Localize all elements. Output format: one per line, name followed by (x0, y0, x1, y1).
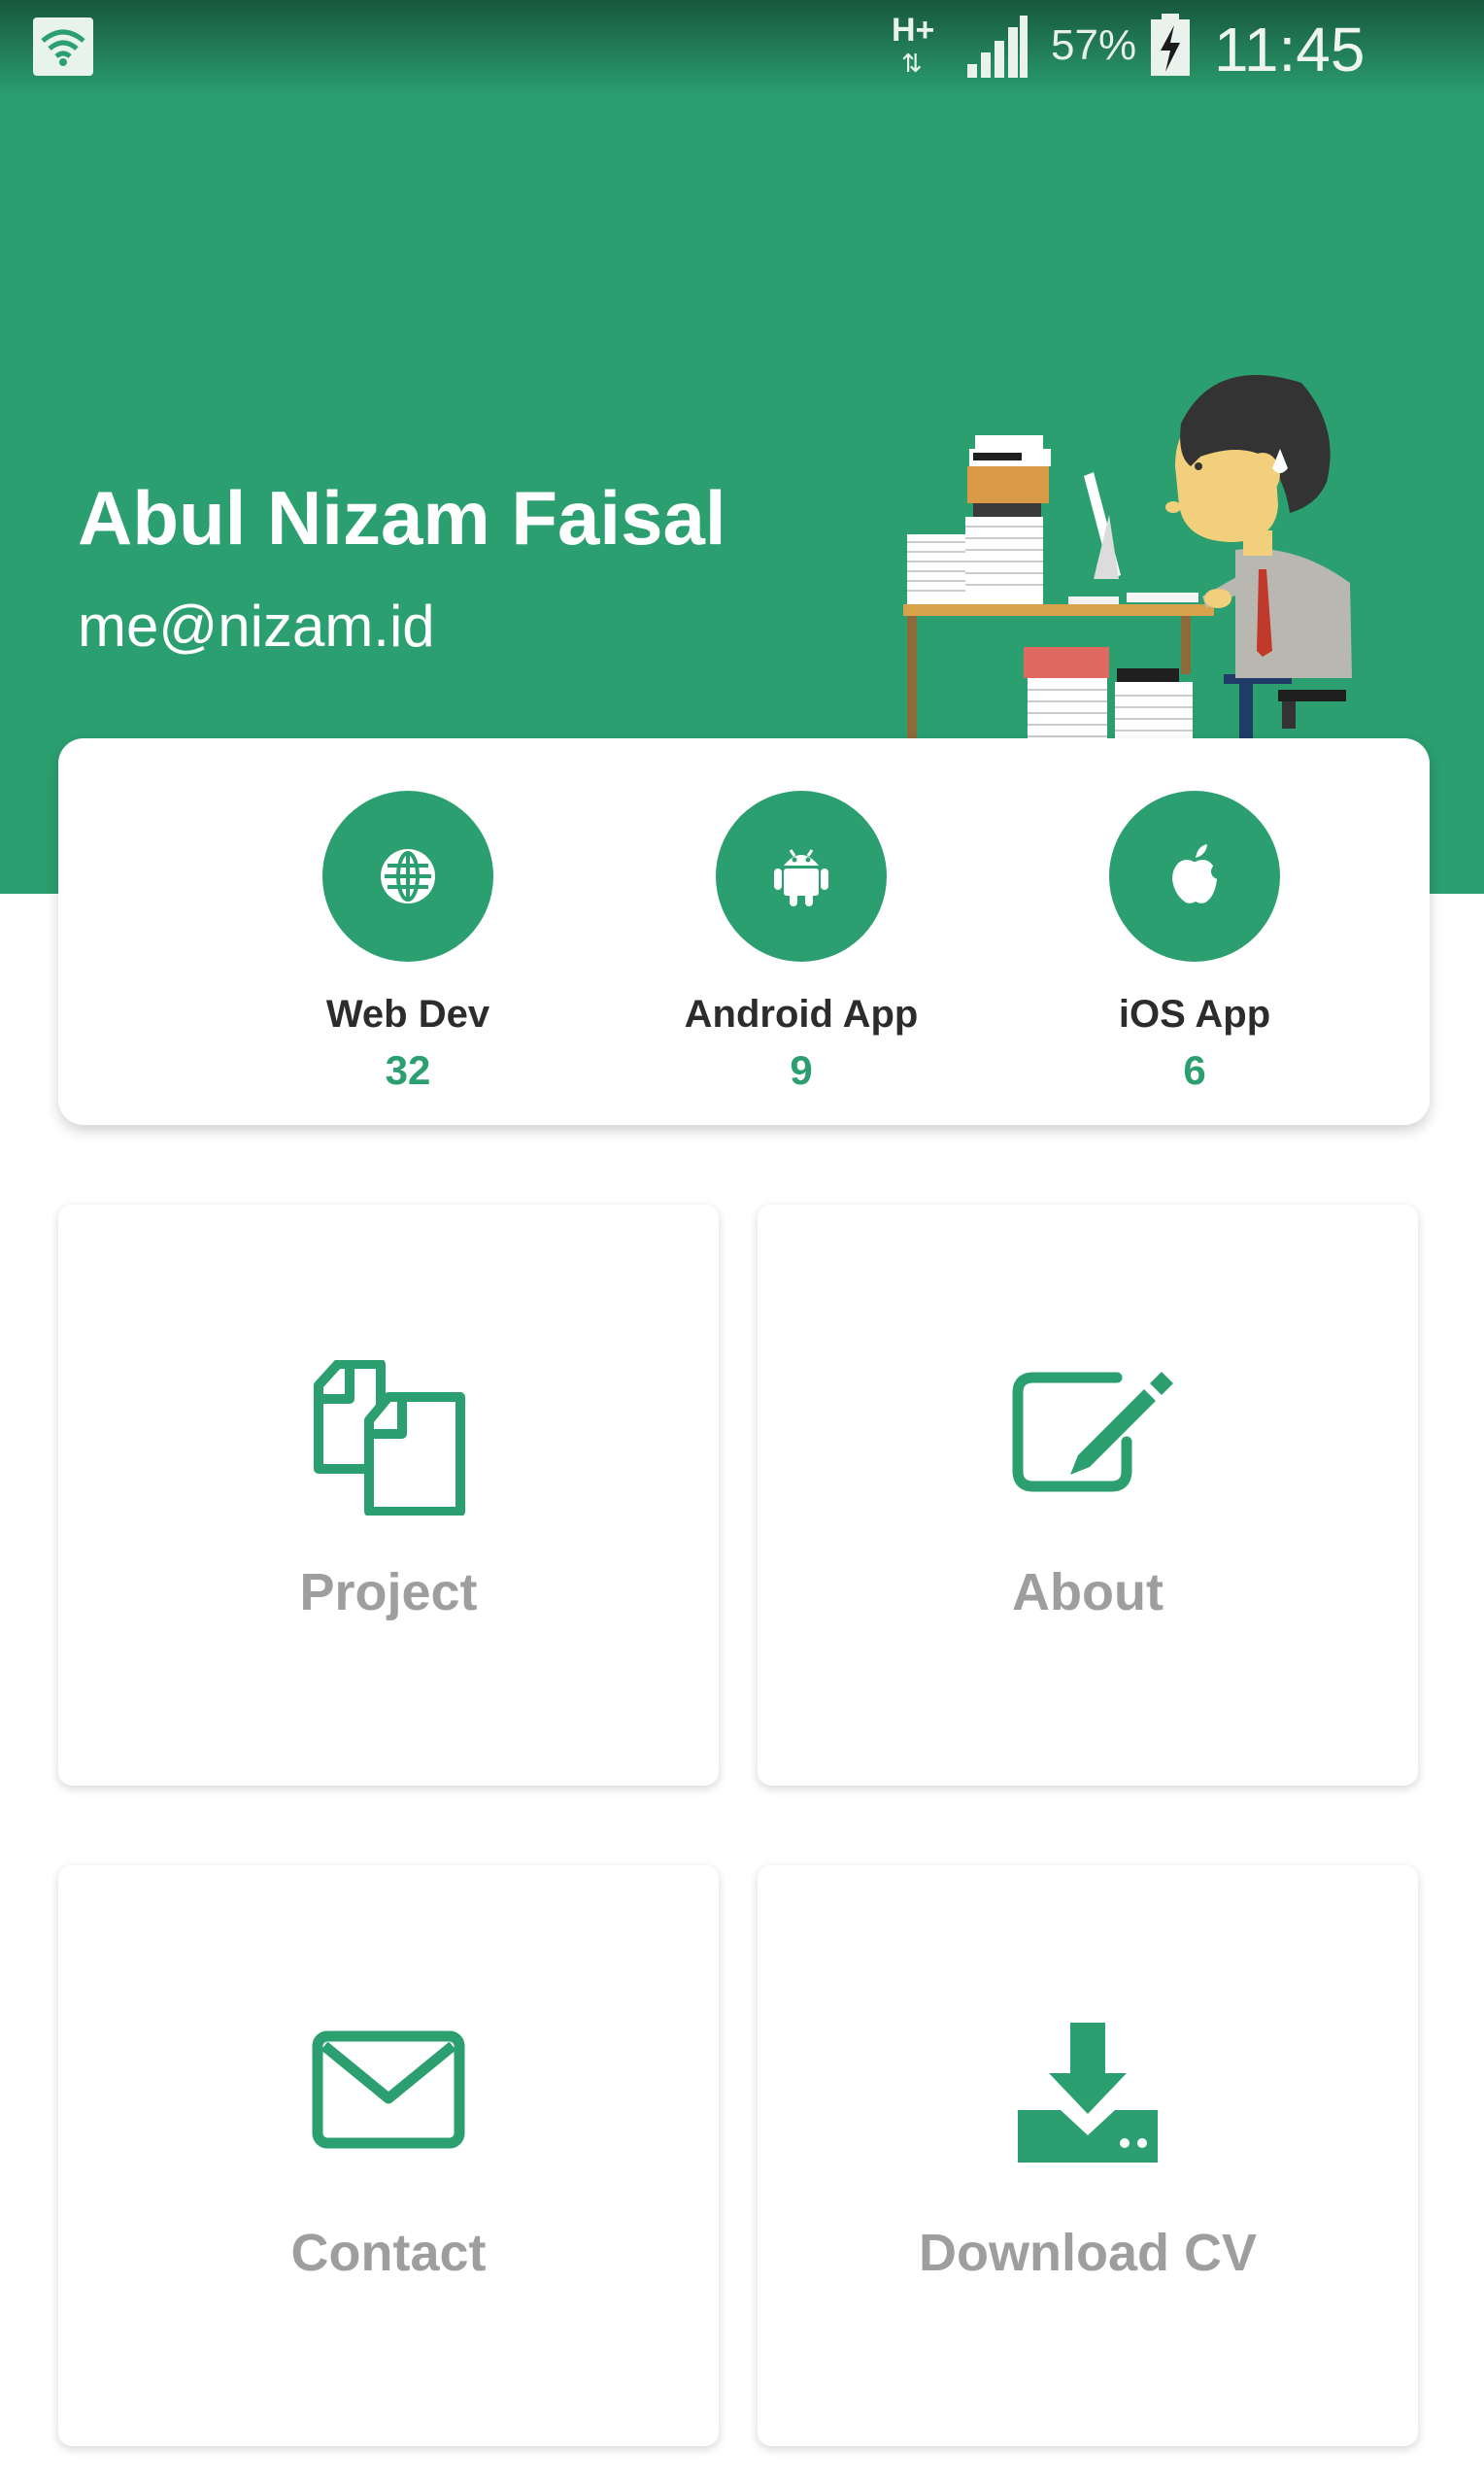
clock: 11:45 (1214, 15, 1366, 85)
profile-email: me@nizam.id (78, 594, 435, 659)
documents-icon (314, 1360, 465, 1516)
battery-percentage: 57% (1051, 21, 1137, 69)
status-bar: H+ ⇅ 57% 11:45 (0, 0, 1484, 97)
network-activity-icon: ⇅ (901, 49, 923, 78)
stat-count: 6 (1183, 1047, 1206, 1093)
tile-label: About (1012, 1563, 1164, 1621)
android-icon (716, 791, 887, 962)
profile-name: Abul Nizam Faisal (78, 475, 726, 561)
stat-label: Web Dev (325, 993, 490, 1036)
stat-ios-app[interactable]: iOS App 6 (1049, 738, 1340, 1125)
stats-card: Web Dev 32 Android App 9 iOS App 6 (58, 738, 1430, 1125)
signal-icon (967, 16, 1028, 78)
stat-android-app[interactable]: Android App 9 (656, 738, 947, 1125)
stat-count: 32 (385, 1047, 431, 1093)
download-cv-tile[interactable]: Download CV (758, 1865, 1418, 2446)
stat-label: Android App (684, 993, 919, 1036)
stat-web-dev[interactable]: Web Dev 32 (262, 738, 554, 1125)
project-tile[interactable]: Project (58, 1205, 719, 1786)
stat-label: iOS App (1118, 993, 1271, 1036)
download-icon (1018, 2023, 1158, 2163)
globe-icon (322, 791, 493, 962)
tile-label: Project (299, 1563, 478, 1621)
edit-icon (1012, 1372, 1173, 1492)
mail-icon (312, 2030, 465, 2149)
stat-count: 9 (790, 1047, 813, 1093)
apple-icon (1109, 791, 1280, 962)
about-tile[interactable]: About (758, 1205, 1418, 1786)
battery-charging-icon (1151, 14, 1190, 76)
developer-illustration (903, 375, 1352, 748)
contact-tile[interactable]: Contact (58, 1865, 719, 2446)
tile-label: Download CV (919, 2224, 1257, 2282)
network-type: H+ (892, 12, 935, 49)
notification-icon (33, 17, 93, 76)
tile-label: Contact (290, 2224, 487, 2282)
